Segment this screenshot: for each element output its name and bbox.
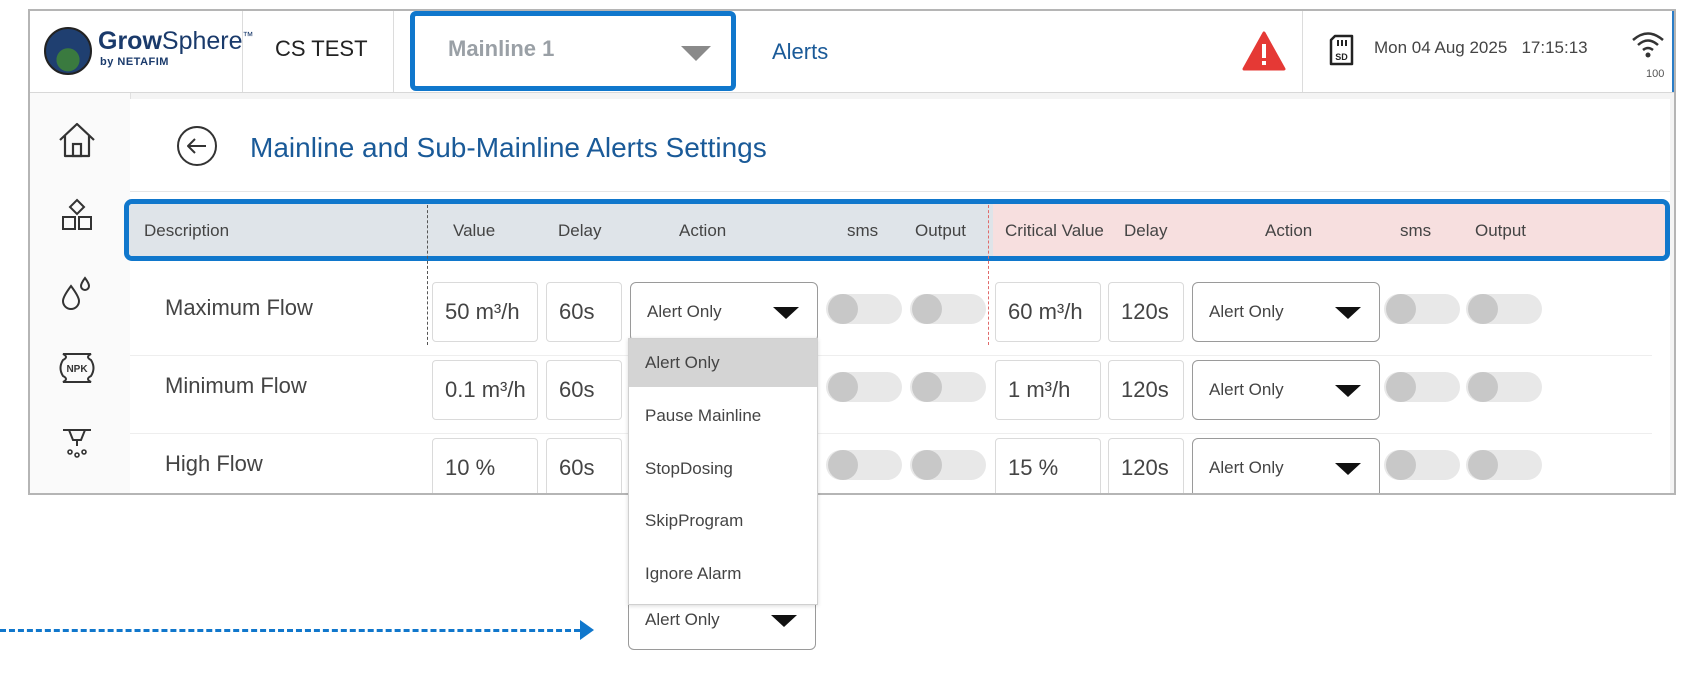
alerts-settings-panel: Mainline and Sub-Mainline Alerts Setting… bbox=[124, 99, 1670, 493]
header-output: Output bbox=[915, 221, 967, 240]
critical-sms-toggle[interactable] bbox=[1384, 450, 1460, 480]
blocks-icon[interactable] bbox=[55, 194, 99, 238]
dropdown-option-alert-only[interactable]: Alert Only bbox=[629, 339, 817, 387]
mainline-select[interactable]: Mainline 1 bbox=[410, 11, 736, 91]
action-dropdown-menu: Alert Only Pause Mainline StopDosing Ski… bbox=[628, 338, 818, 605]
action-select[interactable]: Alert Only bbox=[630, 282, 818, 342]
table-row: Minimum Flow 0.1 m³/h 60s 1 m³/h 120s Al… bbox=[130, 355, 1652, 434]
row-description: Minimum Flow bbox=[165, 373, 307, 398]
header-critical-output: Output bbox=[1475, 221, 1527, 240]
critical-value-input[interactable]: 15 % bbox=[995, 438, 1101, 493]
table-row: Maximum Flow 50 m³/h 60s Alert Only 60 m… bbox=[130, 277, 1652, 356]
delay-input[interactable]: 60s bbox=[546, 282, 622, 342]
dropdown-option-ignore-alarm[interactable]: Ignore Alarm bbox=[629, 550, 817, 598]
wifi-icon bbox=[1632, 32, 1664, 58]
delay-input[interactable]: 60s bbox=[546, 438, 622, 493]
sms-toggle[interactable] bbox=[826, 294, 902, 324]
chevron-down-icon bbox=[1335, 385, 1361, 397]
value-input[interactable]: 0.1 m³/h bbox=[432, 360, 538, 420]
header-description: Description bbox=[144, 221, 230, 240]
accent-bar bbox=[1672, 11, 1674, 92]
date-text: Mon 04 Aug 2025 bbox=[1374, 38, 1508, 57]
divider bbox=[393, 11, 394, 92]
critical-action-select[interactable]: Alert Only bbox=[1192, 438, 1380, 493]
critical-delay-input[interactable]: 120s bbox=[1108, 282, 1184, 342]
table-row: High Flow 10 % 60s 15 % 120s Alert Only bbox=[130, 433, 1652, 493]
header-critical-action: Action bbox=[1265, 221, 1313, 240]
header-value: Value bbox=[453, 221, 496, 240]
alerts-breadcrumb[interactable]: Alerts bbox=[772, 39, 828, 65]
row-description: Maximum Flow bbox=[165, 295, 313, 320]
logo-globe-icon bbox=[44, 27, 92, 75]
time-text: 17:15:13 bbox=[1521, 38, 1588, 57]
critical-action-select-value: Alert Only bbox=[1209, 380, 1284, 399]
delay-input[interactable]: 60s bbox=[546, 360, 622, 420]
svg-text:NPK: NPK bbox=[66, 364, 88, 375]
page-title: Mainline and Sub-Mainline Alerts Setting… bbox=[250, 132, 767, 163]
value-input[interactable]: 50 m³/h bbox=[432, 282, 538, 342]
output-toggle[interactable] bbox=[910, 450, 986, 480]
table-header: Description Value Delay Action sms Outpu… bbox=[124, 199, 1670, 261]
critical-action-select[interactable]: Alert Only bbox=[1192, 282, 1380, 342]
dripper-icon[interactable] bbox=[55, 422, 99, 466]
row-description: High Flow bbox=[165, 451, 263, 476]
sidebar: NPK bbox=[30, 93, 131, 493]
critical-value-input[interactable]: 1 m³/h bbox=[995, 360, 1101, 420]
logo-by-netafim: by NETAFIM bbox=[100, 56, 169, 68]
value-input[interactable]: 10 % bbox=[432, 438, 538, 493]
chevron-down-icon bbox=[773, 307, 799, 319]
critical-action-select[interactable]: Alert Only bbox=[1192, 360, 1380, 420]
critical-output-toggle[interactable] bbox=[1466, 450, 1542, 480]
critical-delay-input[interactable]: 120s bbox=[1108, 360, 1184, 420]
header-sms: sms bbox=[847, 221, 879, 240]
header-delay: Delay bbox=[558, 221, 602, 240]
date-time: Mon 04 Aug 2025 17:15:13 bbox=[1374, 38, 1588, 58]
home-icon[interactable] bbox=[55, 118, 99, 162]
critical-sms-toggle[interactable] bbox=[1384, 372, 1460, 402]
critical-output-toggle[interactable] bbox=[1466, 372, 1542, 402]
site-name: CS TEST bbox=[275, 36, 368, 61]
callout-arrow-icon bbox=[580, 620, 594, 640]
dropdown-option-pause-mainline[interactable]: Pause Mainline bbox=[629, 392, 817, 440]
header-critical-sms: sms bbox=[1400, 221, 1432, 240]
header-action: Action bbox=[679, 221, 727, 240]
critical-action-select-value: Alert Only bbox=[1209, 458, 1284, 477]
divider bbox=[242, 11, 243, 92]
action-select-value: Alert Only bbox=[647, 302, 722, 321]
callout-dashed-line bbox=[0, 629, 580, 632]
sms-toggle[interactable] bbox=[826, 372, 902, 402]
svg-text:SD: SD bbox=[1335, 52, 1348, 62]
critical-action-select-value: Alert Only bbox=[1209, 302, 1284, 321]
critical-value-input[interactable]: 60 m³/h bbox=[995, 282, 1101, 342]
sd-card-icon: SD bbox=[1329, 34, 1354, 66]
header-critical-value: Critical Value bbox=[1005, 221, 1104, 240]
dropdown-option-skip-program[interactable]: SkipProgram bbox=[629, 497, 817, 545]
drops-icon[interactable] bbox=[55, 270, 99, 314]
dropdown-option-stop-dosing[interactable]: StopDosing bbox=[629, 445, 817, 493]
chevron-down-icon bbox=[1335, 463, 1361, 475]
npk-icon[interactable]: NPK bbox=[55, 346, 99, 390]
chevron-down-icon bbox=[1335, 307, 1361, 319]
chevron-down-icon bbox=[681, 46, 711, 61]
action-select-extended-value: Alert Only bbox=[645, 610, 720, 629]
critical-output-toggle[interactable] bbox=[1466, 294, 1542, 324]
growsphere-logo: GrowSphere™ by NETAFIM bbox=[44, 27, 254, 77]
header-critical-delay: Delay bbox=[1124, 221, 1168, 240]
logo-text: GrowSphere™ bbox=[98, 27, 254, 55]
panel-header: Mainline and Sub-Mainline Alerts Setting… bbox=[130, 99, 1670, 192]
chevron-down-icon bbox=[771, 615, 797, 627]
critical-delay-input[interactable]: 120s bbox=[1108, 438, 1184, 493]
output-toggle[interactable] bbox=[910, 294, 986, 324]
top-bar: GrowSphere™ by NETAFIM CS TEST Mainline … bbox=[30, 11, 1674, 93]
app-window: GrowSphere™ by NETAFIM CS TEST Mainline … bbox=[28, 9, 1676, 495]
back-arrow-icon[interactable] bbox=[175, 124, 219, 168]
sms-toggle[interactable] bbox=[826, 450, 902, 480]
wifi-signal-value: 100 bbox=[1646, 68, 1665, 80]
output-toggle[interactable] bbox=[910, 372, 986, 402]
critical-sms-toggle[interactable] bbox=[1384, 294, 1460, 324]
divider bbox=[1302, 11, 1303, 92]
warning-icon[interactable] bbox=[1242, 31, 1286, 71]
mainline-select-value: Mainline 1 bbox=[448, 36, 555, 61]
